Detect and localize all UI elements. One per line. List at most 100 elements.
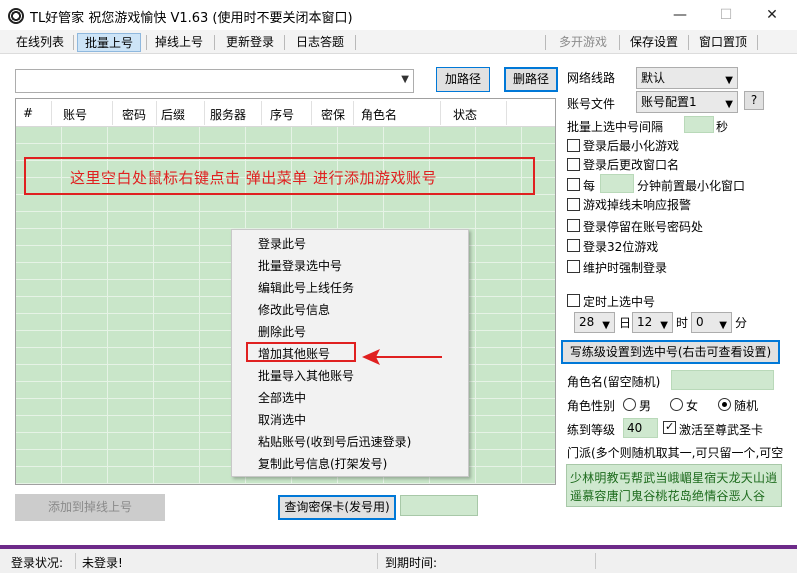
add-path-button[interactable]: 加路径	[436, 67, 490, 92]
menu-item-modify-info[interactable]: 修改此号信息	[258, 301, 330, 318]
title-bar: TL好管家 祝您游戏愉快 V1.63 (使用时不要关闭本窗口) — ☐ ✕	[0, 0, 797, 30]
status-bar: 登录状况: 未登录! 到期时间:	[0, 549, 797, 573]
timer-login-checkbox[interactable]	[567, 294, 580, 307]
interval-unit: 秒	[716, 120, 729, 134]
stay-at-credentials-label: 登录停留在账号密码处	[583, 220, 704, 234]
menu-item-add-account[interactable]: 增加其他账号	[258, 345, 330, 362]
sects-line-2: 遥慕容唐门鬼谷桃花岛绝情谷恶人谷	[570, 489, 766, 503]
menu-item-deselect[interactable]: 取消选中	[258, 411, 306, 428]
timer-day-select[interactable]: 28 ▼	[574, 312, 615, 333]
multi-open-button[interactable]: 多开游戏	[557, 33, 609, 52]
toolbar-separator	[688, 35, 689, 50]
add-to-dropped-button[interactable]: 添加到掉线上号	[15, 494, 165, 521]
network-select-value: 默认	[641, 71, 666, 85]
window-title: TL好管家 祝您游戏愉快 V1.63 (使用时不要关闭本窗口)	[30, 11, 353, 26]
column-header-account[interactable]: 账号	[63, 106, 87, 123]
menu-item-paste-account[interactable]: 粘贴账号(收到号后迅速登录)	[258, 433, 411, 450]
column-divider	[506, 101, 507, 125]
minimize-interval-checkbox[interactable]	[567, 178, 580, 191]
tab-batch-login[interactable]: 批量上号	[77, 33, 141, 52]
activate-card-checkbox[interactable]	[663, 420, 676, 434]
menu-item-batch-login-selected[interactable]: 批量登录选中号	[258, 257, 342, 274]
toolbar-separator	[73, 35, 74, 50]
force-login-label: 维护时强制登录	[583, 261, 668, 275]
menu-item-delete[interactable]: 删除此号	[258, 323, 306, 340]
chevron-down-icon: ▼	[660, 320, 668, 331]
minimize-after-login-label: 登录后最小化游戏	[583, 139, 680, 153]
column-header-status[interactable]: 状态	[453, 106, 477, 123]
timer-hour-select[interactable]: 12 ▼	[632, 312, 673, 333]
gender-female-radio[interactable]	[670, 398, 683, 411]
column-header-protect[interactable]: 密保	[321, 106, 345, 123]
interval-input[interactable]	[684, 116, 714, 133]
tab-online-list[interactable]: 在线列表	[14, 33, 66, 52]
query-security-card-button[interactable]: 查询密保卡(发号用)	[278, 495, 396, 520]
column-header-index[interactable]: #	[23, 106, 33, 120]
chevron-down-icon: ▼	[719, 320, 727, 331]
minimize-button[interactable]: —	[657, 0, 703, 30]
column-header-seq[interactable]: 序号	[270, 106, 294, 123]
rename-window-checkbox[interactable]	[567, 158, 580, 171]
sect-hint: 门派(多个则随机取其一,可只留一个,可空	[567, 446, 784, 460]
timer-minute-select[interactable]: 0 ▼	[691, 312, 732, 333]
gender-male-label: 男	[639, 399, 652, 413]
level-label: 练到等级	[567, 423, 616, 437]
toolbar-separator	[214, 35, 215, 50]
toolbar: 在线列表 批量上号 掉线上号 更新登录 日志答题 多开游戏 保存设置 窗口置顶	[0, 30, 797, 54]
write-level-settings-button[interactable]: 写练级设置到选中号(右击可查看设置)	[561, 340, 780, 364]
menu-item-copy-info[interactable]: 复制此号信息(打架发号)	[258, 455, 387, 472]
role-name-label: 角色名(留空随机)	[567, 375, 661, 389]
menu-item-batch-import[interactable]: 批量导入其他账号	[258, 367, 354, 384]
timer-hour-unit: 时	[676, 316, 689, 330]
menu-item-login-this[interactable]: 登录此号	[258, 235, 306, 252]
minimize-interval-input[interactable]	[600, 174, 634, 193]
delete-path-button[interactable]: 删路径	[504, 67, 558, 92]
tab-update-login[interactable]: 更新登录	[224, 33, 276, 52]
column-header-role[interactable]: 角色名	[361, 106, 397, 123]
force-login-checkbox[interactable]	[567, 260, 580, 273]
status-separator	[377, 553, 378, 569]
column-header-suffix[interactable]: 后缀	[161, 106, 185, 123]
sects-textarea[interactable]: 少林明教丐帮武当峨嵋星宿天龙天山逍 遥慕容唐门鬼谷桃花岛绝情谷恶人谷	[566, 464, 782, 507]
hint-callout: 这里空白处鼠标右键点击 弹出菜单 进行添加游戏账号	[24, 157, 535, 195]
chevron-down-icon: ▼	[602, 320, 610, 331]
menu-item-edit-online-task[interactable]: 编辑此号上线任务	[258, 279, 354, 296]
status-separator	[595, 553, 596, 569]
network-select[interactable]: 默认 ▼	[636, 67, 738, 89]
timer-day-value: 28	[579, 315, 595, 329]
minimize-interval-prefix: 每	[583, 179, 596, 193]
window-topmost-button[interactable]: 窗口置顶	[697, 33, 749, 52]
disconnect-alarm-checkbox[interactable]	[567, 198, 580, 211]
security-card-field[interactable]	[400, 495, 478, 516]
red-arrow-icon	[362, 349, 442, 365]
hint-text: 这里空白处鼠标右键点击 弹出菜单 进行添加游戏账号	[70, 169, 438, 187]
level-input[interactable]: 40	[623, 418, 658, 438]
column-divider	[311, 101, 312, 125]
chevron-down-icon: ▼	[725, 99, 733, 110]
maximize-button[interactable]: ☐	[703, 0, 749, 30]
tab-dropped-login[interactable]: 掉线上号	[153, 33, 205, 52]
stay-at-credentials-checkbox[interactable]	[567, 219, 580, 232]
toolbar-separator	[146, 35, 147, 50]
login-32bit-label: 登录32位游戏	[583, 240, 659, 254]
save-settings-button[interactable]: 保存设置	[628, 33, 680, 52]
column-header-server[interactable]: 服务器	[210, 106, 246, 123]
login-status-value: 未登录!	[82, 556, 123, 570]
account-file-select[interactable]: 账号配置1 ▼	[636, 91, 738, 113]
minimize-interval-suffix: 分钟前置最小化窗口	[637, 179, 746, 193]
gender-random-radio[interactable]	[718, 398, 731, 411]
toolbar-separator	[355, 35, 356, 50]
close-button[interactable]: ✕	[749, 0, 795, 30]
column-header-password[interactable]: 密码	[122, 106, 146, 123]
column-divider	[440, 101, 441, 125]
timer-minute-unit: 分	[735, 316, 748, 330]
minimize-after-login-checkbox[interactable]	[567, 139, 580, 152]
tab-log-answer[interactable]: 日志答题	[294, 33, 346, 52]
login-32bit-checkbox[interactable]	[567, 239, 580, 252]
menu-item-select-all[interactable]: 全部选中	[258, 389, 306, 406]
role-name-input[interactable]	[671, 370, 774, 390]
gender-female-label: 女	[686, 399, 699, 413]
path-select[interactable]: ▼	[15, 69, 414, 93]
gender-male-radio[interactable]	[623, 398, 636, 411]
help-button[interactable]: ?	[744, 91, 764, 110]
